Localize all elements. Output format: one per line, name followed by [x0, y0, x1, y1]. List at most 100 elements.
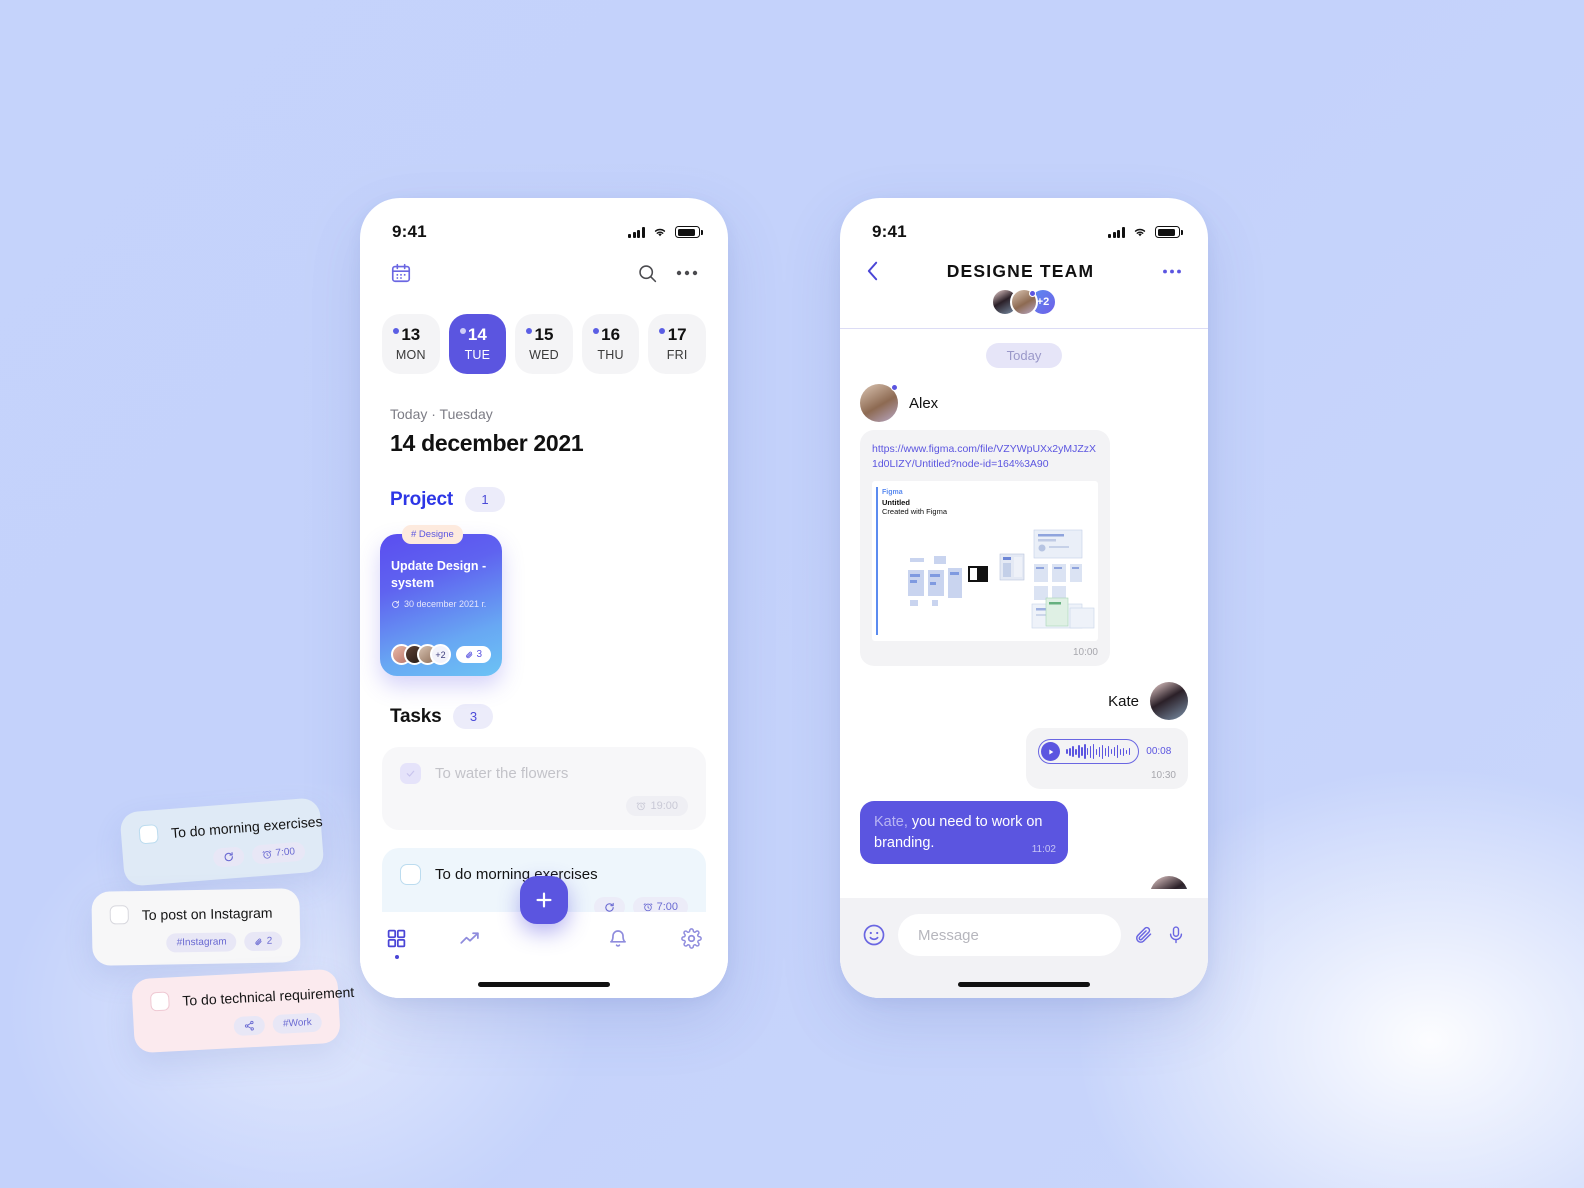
project-section-title: Project — [390, 488, 454, 510]
microphone-icon[interactable] — [1166, 924, 1186, 946]
floating-task-card[interactable]: To do morning exercises 7:00 — [119, 797, 325, 887]
status-bar: 9:41 — [360, 198, 728, 252]
task-row[interactable]: To water the flowers 19:00 — [382, 747, 706, 830]
refresh-icon — [604, 902, 614, 912]
task-checkbox[interactable] — [149, 991, 170, 1012]
chat-message-list[interactable]: Today Alex https://www.figma.com/file/VZ… — [840, 329, 1208, 889]
online-status-dot — [891, 384, 898, 391]
day-weekday: THU — [597, 348, 624, 362]
task-time-badge: 7:00 — [250, 841, 306, 865]
tab-notifications[interactable] — [591, 928, 645, 949]
online-status-dot — [1029, 290, 1036, 297]
link-preview-card[interactable]: Figma Untitled Created with Figma — [872, 481, 1098, 642]
message-time: 11:02 — [1031, 844, 1056, 856]
day-number: 15 — [534, 325, 554, 344]
floating-task-card[interactable]: To do technical requirement #Work — [131, 968, 355, 1054]
task-checkbox[interactable] — [138, 824, 159, 845]
day-weekday: MON — [395, 348, 426, 362]
home-indicator — [958, 982, 1090, 987]
paperclip-icon[interactable] — [1133, 924, 1154, 946]
search-icon[interactable] — [637, 263, 658, 284]
message-sender-row: Alex — [860, 384, 1188, 422]
day-chip-17[interactable]: 17 FRI — [648, 314, 706, 374]
refresh-icon — [224, 852, 233, 862]
bell-icon — [609, 930, 626, 947]
task-tag-label: #Instagram — [176, 936, 227, 949]
chat-member-avatars[interactable]: +2 — [866, 288, 1182, 316]
day-chip-14[interactable]: 14 TUE — [448, 314, 507, 374]
floating-task-card[interactable]: To post on Instagram #Instagram 2 — [91, 888, 301, 966]
task-label: To post on Instagram — [141, 904, 273, 923]
day-dot — [526, 328, 533, 334]
alarm-icon — [637, 802, 646, 811]
paperclip-icon — [255, 938, 263, 945]
avatar — [1150, 682, 1188, 721]
add-task-button[interactable] — [520, 876, 568, 924]
day-dot — [592, 328, 599, 334]
status-bar: 9:41 — [840, 198, 1208, 252]
message-mention: Kate, — [874, 814, 908, 831]
tasks-count-badge: 3 — [453, 704, 494, 729]
tasks-section-title: Tasks — [390, 705, 442, 727]
message-placeholder: Message — [918, 926, 979, 944]
voice-player[interactable] — [1038, 739, 1140, 765]
project-card[interactable]: # Designe Update Design - system 30 dece… — [380, 525, 502, 676]
day-number: 16 — [601, 325, 621, 344]
day-chip-16[interactable]: 16 THU — [581, 314, 640, 374]
smiley-icon[interactable] — [862, 923, 886, 947]
day-weekday: WED — [529, 348, 559, 362]
tab-settings[interactable] — [664, 928, 718, 949]
avatar — [860, 384, 898, 422]
cellular-signal-icon — [628, 226, 645, 238]
task-share-badge — [233, 1015, 266, 1037]
day-dot — [393, 328, 399, 334]
day-chip-13[interactable]: 13 MON — [382, 314, 440, 374]
share-icon — [245, 1020, 255, 1031]
chevron-left-icon[interactable] — [866, 260, 879, 282]
task-checkbox[interactable] — [400, 864, 421, 885]
tasks-phone-frame: 9:41 13 MON 14 TUE 15 WED 16 THU 17 FRI … — [360, 198, 728, 998]
task-time-label: 7:00 — [275, 846, 296, 859]
tab-dashboard[interactable] — [370, 928, 424, 959]
tab-stats[interactable] — [443, 928, 497, 949]
message-input[interactable]: Message — [898, 914, 1121, 956]
message-bubble-voice[interactable]: 00:08 10:30 — [1026, 728, 1188, 790]
message-bubble-link[interactable]: https://www.figma.com/file/VZYWpUXx2yMJZ… — [860, 430, 1110, 667]
page-title: 14 december 2021 — [390, 430, 584, 456]
trending-up-icon — [460, 932, 480, 944]
day-number: 14 — [467, 325, 487, 344]
status-bar-time: 9:41 — [392, 222, 427, 241]
avatar-overflow-count: +2 — [430, 644, 451, 665]
day-weekday: TUE — [464, 348, 491, 362]
project-avatar-stack[interactable]: +2 — [391, 644, 451, 665]
task-label: To water the flowers — [435, 765, 569, 782]
calendar-icon[interactable] — [390, 262, 412, 284]
more-horizontal-icon[interactable] — [1162, 268, 1182, 275]
alarm-icon — [262, 850, 271, 859]
more-horizontal-icon[interactable] — [676, 269, 698, 277]
today-label: Today · Tuesday — [390, 406, 493, 422]
play-icon[interactable] — [1041, 742, 1060, 762]
refresh-icon — [392, 600, 399, 608]
wifi-icon — [654, 228, 666, 237]
cellular-signal-icon — [1108, 226, 1125, 238]
play-triangle-icon — [1048, 749, 1053, 755]
task-checkbox[interactable] — [400, 763, 421, 784]
day-chip-15[interactable]: 15 WED — [515, 314, 573, 374]
link-preview-title: Untitled — [882, 498, 910, 508]
task-time-badge: 19:00 — [626, 796, 688, 816]
sender-name: Kate — [1108, 692, 1139, 710]
day-selector[interactable]: 13 MON 14 TUE 15 WED 16 THU 17 FRI — [360, 284, 728, 374]
message-time: 10:00 — [1072, 647, 1098, 659]
day-number: 17 — [667, 325, 687, 344]
wifi-icon — [1134, 228, 1146, 237]
sender-name: Alex — [909, 394, 939, 412]
task-checkbox[interactable] — [109, 905, 129, 925]
plus-icon — [536, 892, 552, 908]
day-dot — [459, 328, 466, 334]
message-sender-row: Kate — [860, 682, 1188, 721]
project-attachment-badge: 3 — [456, 646, 491, 663]
link-url[interactable]: https://www.figma.com/file/VZYWpUXx2yMJZ… — [872, 442, 1098, 472]
message-bubble-sent[interactable]: Kate, you need to work on branding. 11:0… — [860, 801, 1068, 865]
project-tag: # Designe — [402, 525, 463, 544]
